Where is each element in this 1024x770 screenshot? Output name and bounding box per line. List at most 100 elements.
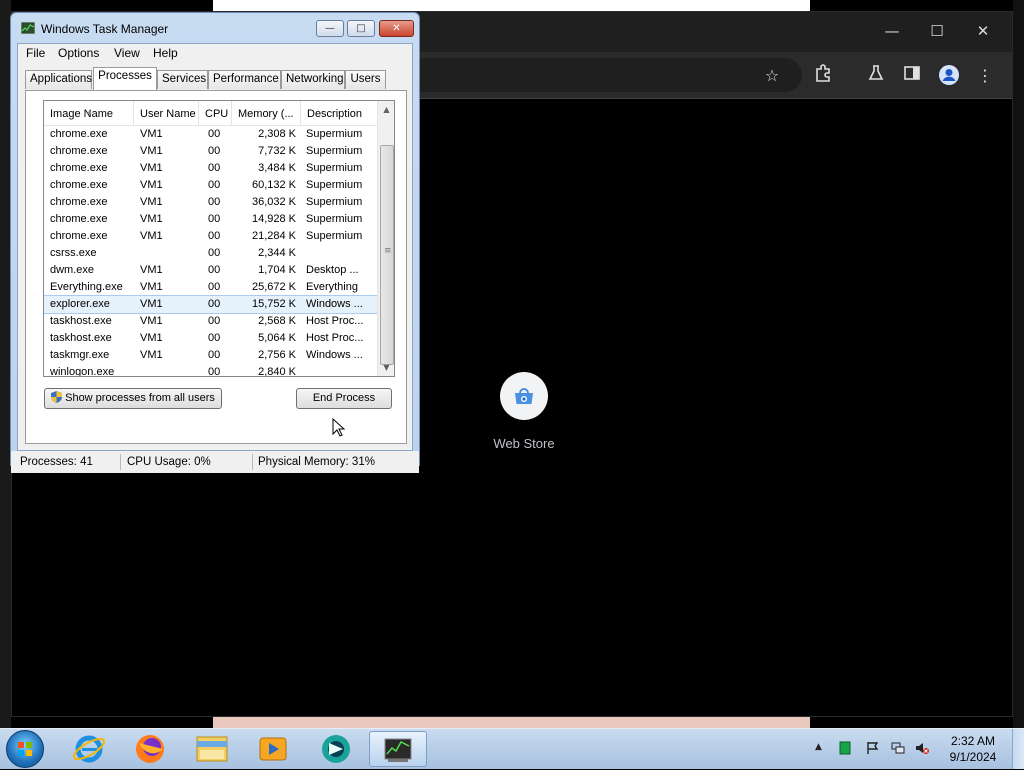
process-memory: 14,928 K bbox=[251, 213, 296, 225]
end-process-button[interactable]: End Process bbox=[296, 388, 392, 409]
browser-menu-icon[interactable]: ⋮ bbox=[973, 64, 997, 88]
menu-file[interactable]: File bbox=[26, 46, 45, 60]
tab-users[interactable]: Users bbox=[345, 70, 386, 89]
browser-close-button[interactable]: ✕ bbox=[971, 20, 995, 42]
process-user-name: VM1 bbox=[140, 128, 163, 140]
everything-tray-icon[interactable] bbox=[838, 741, 852, 755]
task-manager-titlebar[interactable]: Windows Task Manager — □ ✕ bbox=[11, 13, 419, 43]
taskbar-internet-explorer[interactable] bbox=[60, 731, 118, 767]
web-store-icon bbox=[500, 372, 548, 420]
tab-services[interactable]: Services bbox=[157, 70, 208, 89]
process-description: Supermium bbox=[306, 230, 363, 242]
volume-muted-icon[interactable] bbox=[915, 741, 929, 755]
profile-avatar-icon[interactable] bbox=[937, 64, 961, 88]
taskbar-firefox[interactable] bbox=[121, 731, 179, 767]
show-desktop-button[interactable] bbox=[1012, 729, 1024, 769]
taskbar-file-explorer[interactable] bbox=[183, 731, 241, 767]
taskbar-supermium[interactable] bbox=[307, 731, 365, 767]
menu-view[interactable]: View bbox=[114, 46, 140, 60]
process-image-name: explorer.exe bbox=[50, 298, 110, 310]
internet-explorer-icon bbox=[72, 735, 106, 763]
desktop-background-right bbox=[1013, 0, 1024, 728]
process-image-name: taskhost.exe bbox=[50, 315, 112, 327]
process-row[interactable]: chrome.exe VM1 00 14,928 K Supermium bbox=[44, 211, 377, 228]
column-cpu[interactable]: CPU bbox=[199, 101, 232, 125]
processes-panel: ▲ Image Name User Name CPU Memory (... D… bbox=[25, 90, 407, 444]
process-row[interactable]: chrome.exe VM1 00 7,732 K Supermium bbox=[44, 143, 377, 160]
status-processes: Processes: 41 bbox=[20, 456, 93, 468]
process-image-name: chrome.exe bbox=[50, 196, 108, 208]
column-description[interactable]: Description bbox=[301, 101, 377, 125]
tab-networking[interactable]: Networking bbox=[281, 70, 345, 89]
process-memory: 2,568 K bbox=[258, 315, 296, 327]
process-user-name: VM1 bbox=[140, 332, 163, 344]
desktop-background-strip bbox=[213, 0, 810, 11]
column-memory[interactable]: Memory (... bbox=[232, 101, 301, 125]
process-memory: 25,672 K bbox=[251, 281, 296, 293]
maximize-button[interactable]: □ bbox=[347, 20, 375, 37]
process-memory: 3,484 K bbox=[258, 162, 296, 174]
process-row[interactable]: explorer.exe VM1 00 15,752 K Windows ... bbox=[44, 295, 378, 314]
browser-maximize-button[interactable]: ☐ bbox=[925, 20, 949, 42]
process-image-name: winlogon.exe bbox=[50, 366, 115, 377]
process-row[interactable]: chrome.exe VM1 00 3,484 K Supermium bbox=[44, 160, 377, 177]
close-button[interactable]: ✕ bbox=[379, 20, 414, 37]
status-bar: Processes: 41 CPU Usage: 0% Physical Mem… bbox=[11, 451, 419, 473]
process-description: Desktop ... bbox=[306, 264, 359, 276]
process-cpu: 00 bbox=[208, 332, 221, 344]
mouse-cursor-icon bbox=[332, 418, 346, 437]
column-image-name[interactable]: ▲ Image Name bbox=[44, 101, 134, 125]
clock-time: 2:32 AM bbox=[950, 734, 996, 748]
column-user-name[interactable]: User Name bbox=[134, 101, 199, 125]
task-manager-icon bbox=[384, 738, 412, 762]
process-cpu: 00 bbox=[208, 281, 221, 293]
menu-options[interactable]: Options bbox=[58, 46, 99, 60]
network-icon[interactable] bbox=[891, 741, 905, 755]
side-panel-icon[interactable] bbox=[900, 64, 924, 88]
process-row[interactable]: winlogon.exe 00 2,840 K bbox=[44, 364, 377, 377]
process-list-scrollbar[interactable]: ▲ ≡ ▼ bbox=[377, 101, 394, 376]
scroll-up-arrow-icon[interactable]: ▲ bbox=[378, 101, 394, 118]
system-clock[interactable]: 2:32 AM 9/1/2024 bbox=[940, 733, 1006, 765]
process-user-name: VM1 bbox=[140, 315, 163, 327]
window-title: Windows Task Manager bbox=[41, 22, 169, 36]
scroll-down-arrow-icon[interactable]: ▼ bbox=[378, 359, 394, 376]
action-center-flag-icon[interactable] bbox=[866, 741, 880, 755]
task-manager-window: Windows Task Manager — □ ✕ File Options … bbox=[10, 12, 420, 473]
labs-flask-icon[interactable] bbox=[864, 64, 888, 88]
scrollbar-thumb[interactable]: ≡ bbox=[380, 145, 394, 365]
process-image-name: chrome.exe bbox=[50, 179, 108, 191]
minimize-button[interactable]: — bbox=[316, 20, 344, 37]
process-row[interactable]: taskhost.exe VM1 00 5,064 K Host Proc... bbox=[44, 330, 377, 347]
process-row[interactable]: chrome.exe VM1 00 36,032 K Supermium bbox=[44, 194, 377, 211]
show-all-processes-button[interactable]: Show processes from all users bbox=[44, 388, 222, 409]
process-list[interactable]: ▲ Image Name User Name CPU Memory (... D… bbox=[43, 100, 395, 377]
bookmark-star-icon[interactable]: ☆ bbox=[760, 64, 784, 88]
menu-help[interactable]: Help bbox=[153, 46, 178, 60]
tab-applications[interactable]: Applications bbox=[25, 70, 92, 89]
process-memory: 21,284 K bbox=[251, 230, 296, 242]
process-row[interactable]: chrome.exe VM1 00 60,132 K Supermium bbox=[44, 177, 377, 194]
process-list-header: ▲ Image Name User Name CPU Memory (... D… bbox=[44, 101, 377, 126]
extensions-icon[interactable] bbox=[811, 64, 835, 88]
browser-minimize-button[interactable]: — bbox=[880, 20, 904, 42]
process-row[interactable]: Everything.exe VM1 00 25,672 K Everything bbox=[44, 279, 377, 296]
process-row[interactable]: taskmgr.exe VM1 00 2,756 K Windows ... bbox=[44, 347, 377, 364]
process-row[interactable]: taskhost.exe VM1 00 2,568 K Host Proc... bbox=[44, 313, 377, 330]
process-image-name: chrome.exe bbox=[50, 145, 108, 157]
start-button[interactable] bbox=[6, 730, 44, 768]
web-store-shortcut[interactable]: Web Store bbox=[482, 372, 566, 462]
process-row[interactable]: chrome.exe VM1 00 21,284 K Supermium bbox=[44, 228, 377, 245]
process-row[interactable]: chrome.exe VM1 00 2,308 K Supermium bbox=[44, 126, 377, 143]
process-memory: 60,132 K bbox=[251, 179, 296, 191]
column-image-name-label: Image Name bbox=[50, 108, 113, 120]
menu-bar: File Options View Help bbox=[18, 44, 412, 62]
taskbar-task-manager[interactable] bbox=[369, 731, 427, 767]
taskbar-media-player[interactable] bbox=[244, 731, 302, 767]
tab-performance[interactable]: Performance bbox=[208, 70, 281, 89]
show-hidden-icons-icon[interactable]: ▲ bbox=[815, 742, 829, 756]
tab-processes[interactable]: Processes bbox=[93, 67, 157, 90]
process-row[interactable]: dwm.exe VM1 00 1,704 K Desktop ... bbox=[44, 262, 377, 279]
process-row[interactable]: csrss.exe 00 2,344 K bbox=[44, 245, 377, 262]
firefox-icon bbox=[136, 735, 164, 763]
